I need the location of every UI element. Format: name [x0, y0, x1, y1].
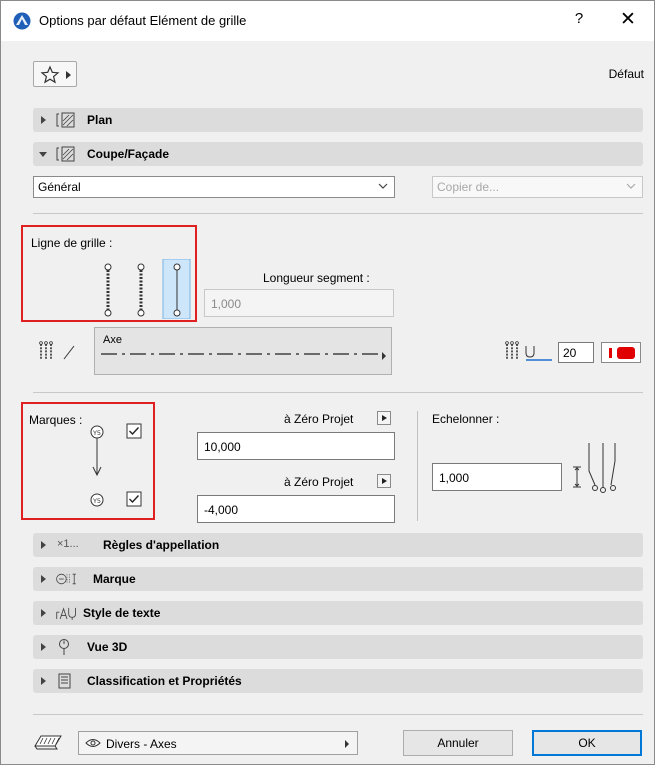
3d-view-icon — [59, 639, 69, 655]
section-label: Marque — [93, 572, 136, 586]
section-elevation-icon — [56, 146, 75, 162]
floor-plan-icon — [56, 112, 75, 128]
archicad-logo-icon — [13, 12, 31, 30]
pen-color-button[interactable] — [601, 342, 641, 363]
layer-select[interactable]: Divers - Axes — [78, 731, 358, 755]
markers-label: Marques : — [29, 413, 83, 427]
divider — [33, 392, 643, 393]
section-naming-rules[interactable]: ×1... Règles d'appellation — [33, 533, 643, 557]
chevron-down-icon — [378, 183, 388, 189]
document-list-icon — [58, 673, 71, 689]
title-bar: Options par défaut Elément de grille ? ✕ — [1, 1, 654, 41]
section-label: Coupe/Façade — [87, 147, 170, 161]
pen-line-icon — [505, 341, 552, 361]
stagger-value: 1,000 — [439, 471, 470, 485]
section-label: Plan — [87, 113, 113, 127]
top-elevation-input[interactable]: 10,000 — [197, 432, 395, 460]
top-reference-button[interactable] — [377, 411, 391, 425]
copy-from-placeholder: Copier de... — [437, 180, 500, 194]
bottom-marker-checkbox[interactable] — [126, 491, 142, 507]
grid-line-option-dashed[interactable] — [137, 263, 145, 317]
grid-line-options — [104, 259, 191, 319]
eye-icon — [85, 739, 101, 747]
collapse-arrow-icon — [39, 152, 47, 157]
cancel-button[interactable]: Annuler — [403, 730, 513, 756]
section-coupe-facade[interactable]: Coupe/Façade — [33, 142, 643, 166]
chevron-right-icon — [382, 352, 386, 360]
stagger-input[interactable]: 1,000 — [432, 463, 562, 491]
naming-rules-icon: ×1... — [57, 538, 79, 550]
stagger-icon — [573, 443, 616, 493]
marker-icon — [56, 573, 76, 585]
favorites-button[interactable] — [33, 61, 77, 87]
section-text-style[interactable]: Style de texte — [33, 601, 643, 625]
view-select[interactable]: Général — [33, 176, 395, 198]
chevron-right-icon — [66, 71, 71, 79]
svg-text:Y5: Y5 — [92, 497, 101, 505]
segment-length-label: Longueur segment : — [263, 271, 370, 285]
divider — [33, 213, 643, 214]
vertical-divider — [417, 411, 418, 521]
bottom-reference-button[interactable] — [377, 474, 391, 488]
chevron-right-icon — [345, 740, 349, 748]
grid-line-option-both[interactable] — [104, 263, 112, 317]
section-label: Vue 3D — [87, 640, 128, 654]
bottom-reference-label: à Zéro Projet — [284, 475, 354, 489]
line-type-icon — [39, 341, 75, 360]
expand-arrow-icon — [41, 609, 46, 617]
expand-arrow-icon — [41, 677, 46, 685]
view-select-value: Général — [38, 180, 81, 194]
section-3d-view[interactable]: Vue 3D — [33, 635, 643, 659]
section-marker[interactable]: Marque — [33, 567, 643, 591]
svg-text:Y5: Y5 — [92, 429, 101, 437]
grid-line-option-single[interactable] — [162, 259, 191, 319]
line-type-select[interactable]: Axe — [94, 327, 392, 375]
pen-indicator — [609, 348, 612, 358]
divider — [33, 714, 643, 715]
section-classification[interactable]: Classification et Propriétés — [33, 669, 643, 693]
top-reference-label: à Zéro Projet — [284, 412, 354, 426]
bottom-elevation-value: -4,000 — [204, 503, 239, 517]
help-button[interactable]: ? — [569, 10, 589, 27]
chevron-down-icon — [626, 183, 636, 189]
expand-arrow-icon — [41, 575, 46, 583]
pen-color-swatch — [617, 347, 635, 359]
top-marker-checkbox[interactable] — [126, 423, 142, 439]
section-label: Règles d'appellation — [103, 538, 220, 552]
ok-button[interactable]: OK — [532, 730, 642, 756]
dialog-window: Options par défaut Elément de grille ? ✕… — [0, 0, 655, 765]
text-style-icon — [56, 607, 76, 620]
expand-arrow-icon — [41, 116, 46, 124]
star-icon — [40, 65, 60, 84]
segment-length-input[interactable]: 1,000 — [204, 289, 394, 317]
section-label: Style de texte — [83, 606, 161, 620]
top-elevation-value: 10,000 — [204, 440, 241, 454]
bottom-elevation-input[interactable]: -4,000 — [197, 495, 395, 523]
copy-from-select[interactable]: Copier de... — [432, 176, 643, 198]
window-title: Options par défaut Elément de grille — [39, 13, 247, 28]
pen-number-value: 20 — [563, 346, 577, 360]
grid-line-label: Ligne de grille : — [31, 236, 113, 250]
line-type-name: Axe — [103, 334, 122, 346]
pen-number-input[interactable]: 20 — [558, 342, 594, 363]
stagger-label: Echelonner : — [432, 412, 500, 426]
section-label: Classification et Propriétés — [87, 674, 242, 688]
section-plan[interactable]: Plan — [33, 108, 643, 132]
layer-select-value: Divers - Axes — [106, 737, 177, 751]
segment-length-value: 1,000 — [211, 297, 242, 311]
line-type-preview — [101, 353, 379, 355]
expand-arrow-icon — [41, 643, 46, 651]
expand-arrow-icon — [41, 541, 46, 549]
default-label: Défaut — [608, 67, 644, 81]
layers-icon — [34, 735, 62, 750]
close-button[interactable]: ✕ — [616, 8, 640, 31]
